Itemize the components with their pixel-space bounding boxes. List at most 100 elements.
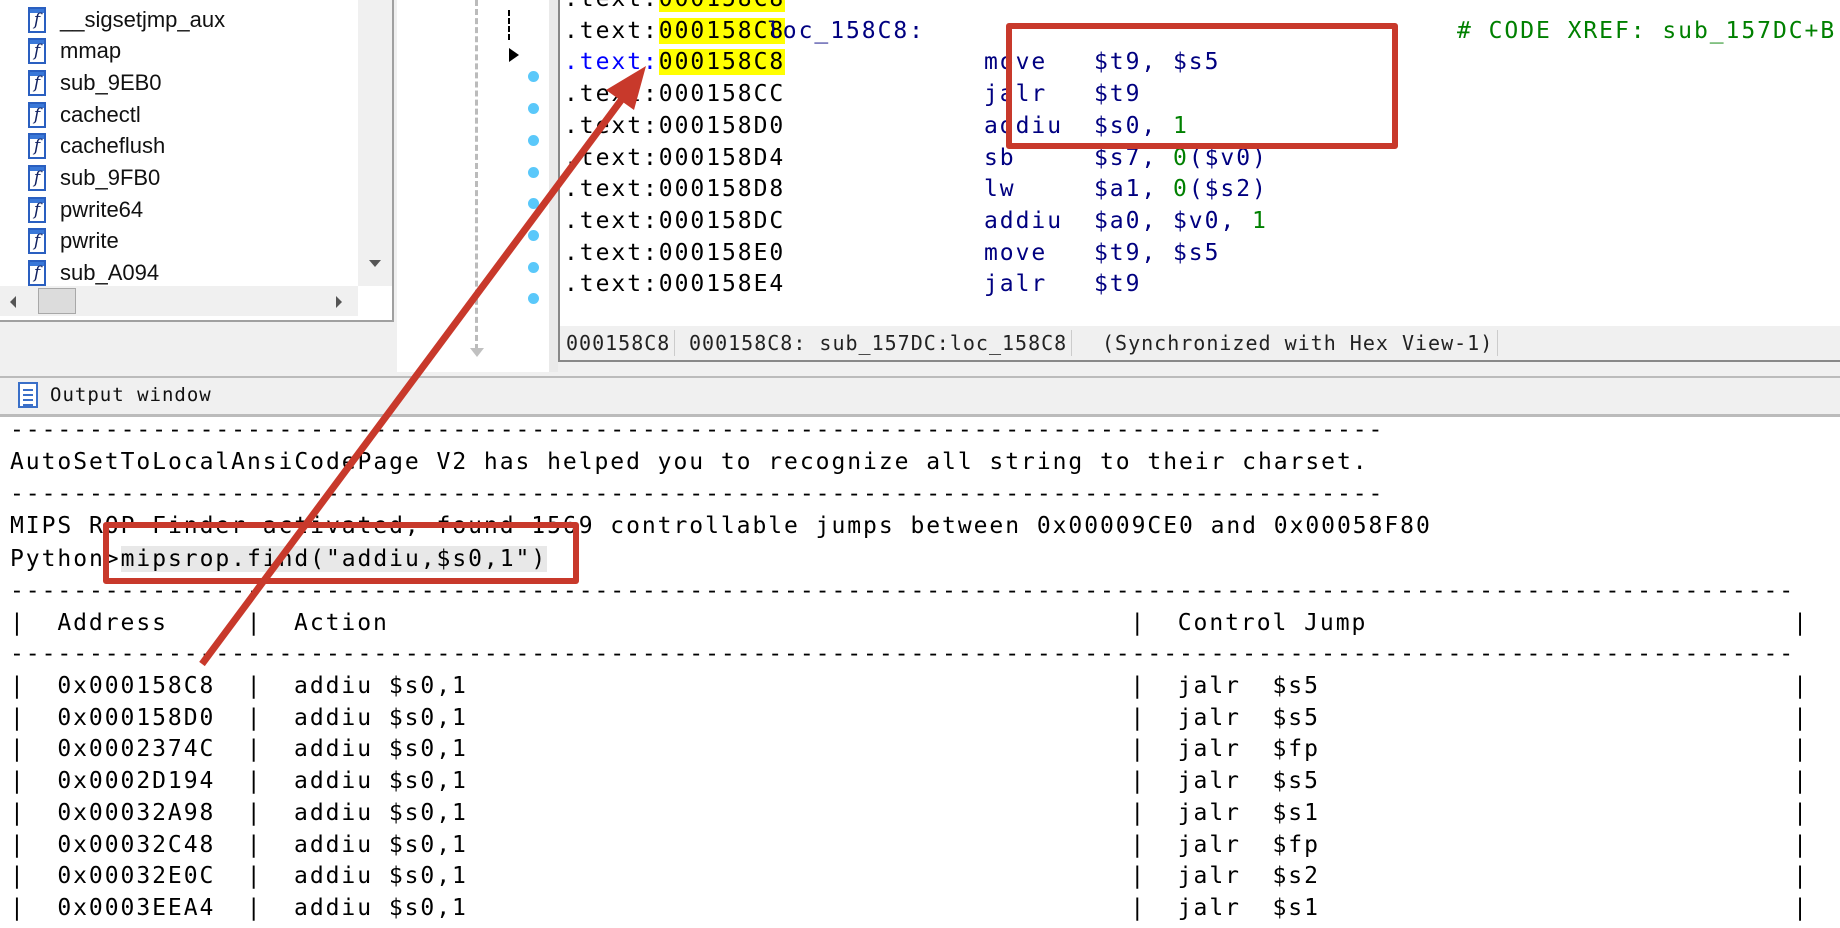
segment-prefix: .text: bbox=[564, 239, 659, 266]
line-address: 000158C8 bbox=[658, 49, 786, 76]
line-address: 000158E0 bbox=[658, 239, 786, 266]
instruction-operands: $t9 bbox=[1094, 269, 1141, 300]
scrollbar-thumb[interactable] bbox=[38, 288, 76, 314]
instruction-operands: $t9, $s5 bbox=[1094, 238, 1220, 269]
code-label[interactable]: loc_158C8: bbox=[767, 16, 925, 47]
jump-flow-line bbox=[508, 10, 510, 40]
table-row[interactable]: | | | | 0x0002D194 addiu $s0,1 jalr $s5 bbox=[10, 765, 1830, 797]
table-border: | bbox=[246, 673, 263, 699]
function-list-item[interactable]: f pwrite64 bbox=[0, 194, 358, 225]
breakpoint-dot-icon[interactable] bbox=[528, 261, 539, 273]
disassembly-line[interactable]: .text:000158C8 bbox=[564, 0, 1834, 15]
breakpoint-dot-icon[interactable] bbox=[528, 134, 539, 146]
disassembly-line[interactable]: .text:000158D8 lw $a1, 0($s2) bbox=[564, 174, 1834, 205]
table-header: | | | | Address Action Control Jump bbox=[10, 607, 1830, 639]
line-address: 000158CC bbox=[658, 81, 786, 108]
table-border: | bbox=[1130, 610, 1147, 636]
separator: ----------------------------------------… bbox=[10, 417, 1385, 443]
instruction-operands: $a0, $v0, 1 bbox=[1094, 206, 1268, 237]
table-column-header: Control Jump bbox=[1177, 610, 1368, 636]
gutter-strip bbox=[549, 0, 558, 372]
function-list-item[interactable]: f sub_9FB0 bbox=[0, 163, 358, 194]
table-cell: addiu $s0,1 bbox=[294, 799, 468, 826]
function-list-item[interactable]: f __sigsetjmp_aux bbox=[0, 4, 358, 35]
scroll-left-arrow-icon[interactable] bbox=[10, 296, 16, 308]
horizontal-scrollbar[interactable] bbox=[0, 286, 358, 316]
table-cell: 0x00032C48 bbox=[57, 831, 216, 858]
output-window-header[interactable]: Output window bbox=[0, 376, 1840, 417]
breakpoint-dot-icon[interactable] bbox=[528, 166, 539, 178]
function-list-item[interactable]: f sub_A094 bbox=[0, 258, 358, 289]
table-border: | bbox=[246, 736, 263, 763]
function-icon: f bbox=[28, 196, 46, 223]
disassembly-line[interactable]: .text:000158E4 jalr $t9 bbox=[564, 269, 1834, 300]
line-address: 000158D8 bbox=[658, 176, 786, 203]
table-border: | bbox=[1130, 736, 1147, 763]
table-border: | bbox=[246, 831, 263, 858]
instruction-mnemonic: move bbox=[984, 239, 1048, 266]
table-cell: jalr $s5 bbox=[1177, 704, 1320, 731]
table-border: | bbox=[1793, 610, 1809, 636]
segment-prefix: .text: bbox=[564, 207, 659, 234]
breakpoint-dot-icon[interactable] bbox=[528, 103, 539, 115]
table-row[interactable]: | | | | 0x00032E0C addiu $s0,1 jalr $s2 bbox=[10, 860, 1830, 892]
function-icon: f bbox=[28, 101, 46, 128]
line-address: 000158DC bbox=[658, 207, 786, 234]
separator: ----------------------------------------… bbox=[10, 641, 1796, 667]
table-cell: addiu $s0,1 bbox=[294, 704, 468, 731]
function-list-item[interactable]: f sub_9EB0 bbox=[0, 67, 358, 98]
operand-register: $a1, bbox=[1094, 176, 1173, 203]
table-cell: 0x0003EEA4 bbox=[57, 894, 216, 921]
table-cell: jalr $s1 bbox=[1177, 894, 1320, 921]
xref-comment[interactable]: # CODE XREF: sub_157DC+B bbox=[1457, 16, 1836, 47]
breakpoint-dot-icon[interactable] bbox=[528, 198, 539, 210]
output-window[interactable]: ----------------------------------------… bbox=[0, 415, 1840, 928]
operand-register: ($s2) bbox=[1188, 176, 1268, 203]
operand-immediate: 0 bbox=[1173, 176, 1189, 203]
function-list-item[interactable]: f pwrite bbox=[0, 226, 358, 257]
scroll-right-arrow-icon[interactable] bbox=[336, 296, 342, 308]
segment-prefix: .text: bbox=[564, 112, 659, 139]
table-border: | bbox=[1793, 704, 1809, 731]
breakpoint-dot-icon[interactable] bbox=[528, 293, 539, 305]
table-border: | bbox=[10, 736, 26, 763]
function-name: mmap bbox=[60, 38, 122, 64]
function-icon: f bbox=[28, 133, 46, 160]
table-row[interactable]: | | | | 0x0002374C addiu $s0,1 jalr $fp bbox=[10, 733, 1830, 765]
table-cell: addiu $s0,1 bbox=[294, 673, 468, 699]
table-column-header: Address bbox=[57, 610, 168, 636]
breakpoint-dot-icon[interactable] bbox=[528, 71, 539, 83]
instruction-mnemonic: addiu bbox=[984, 207, 1063, 234]
breakpoint-dot-icon[interactable] bbox=[528, 229, 539, 241]
table-row[interactable]: | | | | 0x0003EEA4 addiu $s0,1 jalr $s1 bbox=[10, 892, 1830, 924]
table-row[interactable]: | | | | 0x000158D0 addiu $s0,1 jalr $s5 bbox=[10, 702, 1830, 734]
segment-prefix: .text: bbox=[564, 271, 659, 298]
vertical-scrollbar[interactable] bbox=[358, 0, 392, 286]
instruction-mnemonic: lw bbox=[984, 176, 1016, 203]
table-border: | bbox=[1130, 704, 1147, 731]
table-border: | bbox=[10, 831, 26, 858]
function-list-item[interactable]: f mmap bbox=[0, 36, 358, 67]
table-border: | bbox=[1130, 863, 1147, 890]
segment-prefix: .text: bbox=[564, 176, 659, 203]
scroll-down-arrow-icon[interactable] bbox=[369, 260, 381, 267]
disassembly-status-bar: 000158C8 000158C8: sub_157DC:loc_158C8 (… bbox=[558, 326, 1840, 362]
table-border: | bbox=[246, 610, 263, 636]
function-icon: f bbox=[28, 38, 46, 65]
disassembly-line[interactable]: .text:000158E0 move $t9, $s5 bbox=[564, 238, 1834, 269]
table-border: | bbox=[10, 863, 26, 890]
separator: ----------------------------------------… bbox=[10, 481, 1385, 507]
function-list-item[interactable]: f cachectl bbox=[0, 99, 358, 130]
table-row[interactable]: | | | | 0x000158C8 addiu $s0,1 jalr $s5 bbox=[10, 670, 1830, 702]
table-border: | bbox=[1130, 768, 1147, 795]
table-row[interactable]: | | | | 0x00032C48 addiu $s0,1 jalr $fp bbox=[10, 829, 1830, 861]
table-cell: 0x00032A98 bbox=[57, 799, 216, 826]
status-offset: 000158C8 bbox=[562, 330, 676, 356]
function-name: sub_9EB0 bbox=[60, 69, 162, 95]
line-address: 000158D0 bbox=[658, 112, 786, 139]
table-border: | bbox=[1130, 831, 1147, 858]
disassembly-line[interactable]: .text:000158DC addiu $a0, $v0, 1 bbox=[564, 206, 1834, 237]
table-row[interactable]: | | | | 0x00032A98 addiu $s0,1 jalr $s1 bbox=[10, 797, 1830, 829]
table-border: | bbox=[1793, 736, 1809, 763]
function-list-item[interactable]: f cacheflush bbox=[0, 131, 358, 162]
